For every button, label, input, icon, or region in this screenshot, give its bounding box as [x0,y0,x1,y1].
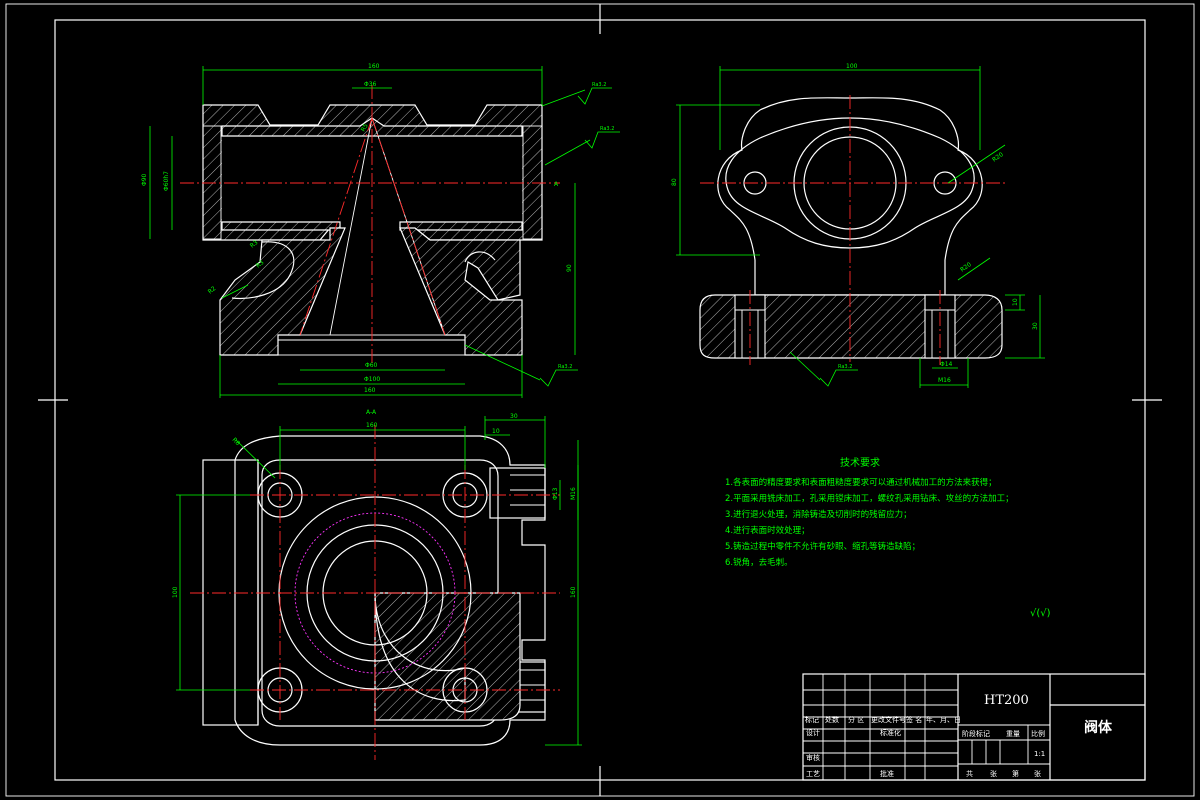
dim-front-d60h7: Φ60h7 [163,171,170,191]
dim-top-10: 10 [492,428,500,435]
dim-top-m16: M16 [570,487,577,500]
dim-side-width: 100 [846,63,858,70]
tech-req-item-3: 3.进行退火处理，消除铸造及切削时的残留应力； [725,509,912,520]
dim-front-d100: Φ100 [364,376,380,383]
tb-sheet-unit-2: 张 [1034,769,1041,778]
dim-front-width: 160 [368,63,380,70]
tb-role-process: 工艺 [806,770,820,778]
dim-front-d60: Φ60 [365,362,378,369]
tech-req-item-2: 2.平面采用铣床加工，孔采用镗床加工，螺纹孔采用钻床、攻丝的方法加工； [725,493,1014,504]
tb-scale-header: 比例 [1031,729,1045,738]
dim-front-base-width: 160 [364,387,376,394]
roughness-2: Ra3.2 [600,126,614,132]
tech-req-item-1: 1.各表面的精度要求和表面粗糙度要求可以通过机械加工的方法来获得； [725,477,997,488]
tb-material: HT200 [984,693,1029,708]
tech-req-item-6: 6.锐角，去毛刺。 [725,557,793,568]
dim-top-hole-spacing: 160 [366,422,378,429]
tb-role-approve: 批准 [880,769,894,778]
roughness-4: Ra3.2 [838,364,852,370]
dim-side-height: 80 [671,178,678,186]
tb-header-zone: 分 区 [848,715,864,724]
tb-role-review: 审核 [806,753,820,762]
dim-top-30: 30 [510,413,518,420]
tb-sheet-number: 第 [1012,769,1019,778]
tech-requirements: 技术要求 1.各表面的精度要求和表面粗糙度要求可以通过机械加工的方法来获得； 2… [725,456,1051,619]
tb-scale-value: 1:1 [1034,750,1045,758]
tb-header-change-doc: 更改文件号 [871,715,906,724]
roughness-1: Ra3.2 [592,82,606,88]
dim-side-30: 30 [1032,322,1039,330]
dim-front-r2: R2 [207,285,218,296]
section-arrow-a: A [554,181,559,188]
side-view [699,95,1005,365]
general-roughness-note: √(√) [1030,608,1051,619]
tb-header-mark: 标记 [805,715,819,724]
section-label: A-A [366,409,377,416]
tb-header-count: 处数 [825,715,839,724]
dim-top-overall-height: 160 [570,586,577,598]
dim-top-d13: Φ13 [552,487,559,500]
tb-weight-header: 重量 [1006,730,1020,738]
title-block: 标记 处数 分 区 更改文件号 签 名 年、月、日 设计 标准化 审核 工艺 批… [802,673,1146,781]
dim-front-d36: Φ36 [364,81,377,88]
dim-side-d14: Φ14 [940,361,953,368]
front-section-view [180,85,560,365]
dim-side-10: 10 [1012,298,1019,306]
tb-sheet-unit-1: 张 [990,769,997,778]
dim-side-r20b: R20 [959,261,973,274]
drawing-sheet: 160 Φ36 R5 Φ90 Φ60h7 R3 R3 R2 90 Φ60 Φ10… [5,3,1195,797]
tb-header-sign: 签 名 [906,715,922,724]
tb-role-standard: 标准化 [880,728,901,737]
top-view: A-A [190,409,560,760]
tb-header-date: 年、月、日 [926,715,961,724]
roughness-3: Ra3.2 [558,364,572,370]
dim-side-m16: M16 [938,377,951,384]
tech-req-item-5: 5.铸造过程中零件不允许有砂眼、缩孔等铸造缺陷； [725,541,920,552]
tb-role-design: 设计 [806,728,820,737]
tech-req-title: 技术要求 [840,456,880,469]
dim-top-vertical-spacing: 100 [172,586,179,598]
dim-front-height: 90 [566,264,573,272]
tb-sheet-total: 共 [966,769,973,778]
tb-part-name: 阀体 [1084,719,1113,736]
dim-front-d90: Φ90 [141,173,148,186]
dim-top-r8: R8 [231,436,242,447]
tech-req-item-4: 4.进行表面时效处理； [725,525,810,536]
outer-frame [5,3,1195,797]
tb-stage-header: 阶段标记 [962,729,990,738]
